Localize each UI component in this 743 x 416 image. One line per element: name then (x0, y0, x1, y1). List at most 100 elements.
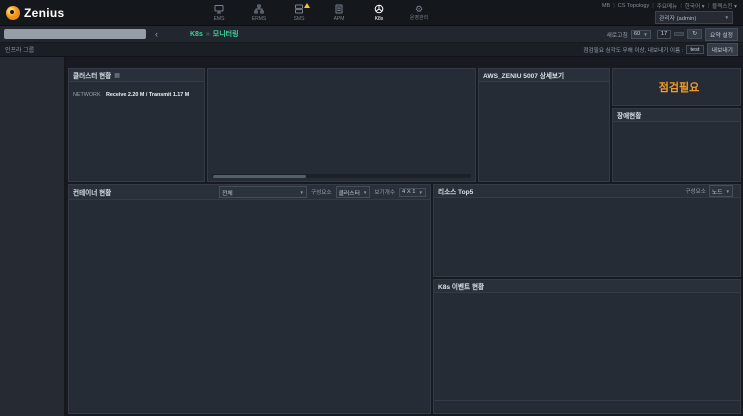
chevron-down-icon: ▼ (300, 190, 304, 195)
header-link-item[interactable]: 주요메뉴 (657, 2, 678, 10)
user-select-value: 관리자 (admin) (659, 13, 696, 22)
sidebar-search-zone: ‹ (0, 29, 190, 39)
module-nav: EMS ERMS SMS APM K8s ⚙운영관리 (204, 4, 434, 22)
search-input[interactable] (4, 29, 146, 39)
module-sms-icon (294, 4, 304, 16)
events-panel: K8s 이벤트 현황 (433, 279, 741, 414)
panel-title: 리소스 Top5 (438, 186, 473, 196)
component-label: 구성요소 (311, 188, 332, 196)
zenius-logo-icon (6, 6, 20, 20)
component-label: 구성요소 (685, 187, 706, 195)
cluster-cards-panel (207, 68, 476, 182)
panel-title: 컨테이너 현황 (73, 187, 111, 197)
events-pagination (434, 400, 740, 413)
fault-boxes (613, 122, 740, 181)
module-item-icon: ⚙ (415, 4, 423, 14)
top5-header: 리소스 Top5 구성요소 노드 ▼ (434, 185, 740, 198)
refresh-interval-value: 60 (634, 31, 640, 37)
container-groups (69, 204, 430, 413)
chevron-down-icon: ▼ (726, 189, 730, 194)
module-label: 운영관리 (410, 14, 428, 21)
component-select-value: 클러스터 (339, 188, 360, 197)
module-ems[interactable]: EMS (204, 4, 234, 22)
component-select[interactable]: 클러스터 ▼ (336, 186, 371, 198)
module-ems-icon (214, 4, 224, 16)
module-erms-icon (254, 4, 264, 16)
module-erms[interactable]: ERMS (244, 4, 274, 22)
cards-scrollbar[interactable] (212, 174, 471, 178)
breadcrumb-root[interactable]: K8s (190, 31, 203, 38)
panel-title: 장애현황 (617, 110, 641, 120)
module-k8s-icon (374, 4, 384, 16)
scrollbar-thumb[interactable] (213, 175, 306, 178)
export-name-field[interactable]: test (686, 45, 703, 54)
content-area: 클러스터 현황 ▦ NETWORK Receive 2.20 M / Trans… (66, 57, 743, 416)
header-link-mb[interactable]: MB (602, 3, 610, 9)
top5-component-select[interactable]: 노드 ▼ (709, 185, 733, 197)
app-root: Zenius EMSERMSSMSAPMK8s⚙운영관리 MB|CS Topol… (0, 0, 743, 416)
right-column: 점검필요 장애현황 (612, 68, 741, 182)
chevron-down-icon: ▼ (419, 190, 423, 195)
panel-title: K8s 이벤트 현황 (438, 281, 484, 291)
module-sms[interactable]: SMS (284, 4, 314, 22)
module-apm-icon (334, 4, 344, 16)
breadcrumb-page: 모니터링 (213, 29, 239, 39)
scope-select[interactable]: 전체 ▼ (219, 186, 307, 198)
view-count-select[interactable]: 4 X 1 ▼ (399, 188, 426, 197)
info-icon: ▦ (114, 72, 120, 79)
breadcrumb-separator: » (206, 31, 210, 38)
brand-logo[interactable]: Zenius (6, 6, 146, 20)
module-label: K8s (375, 16, 384, 22)
breadcrumb: K8s » 모니터링 (190, 29, 239, 39)
header-link-item[interactable]: 한국어 ▾ (685, 2, 705, 10)
export-button[interactable]: 내보내기 (707, 43, 738, 56)
toolbar-row: ‹ K8s » 모니터링 새로고침 60 ▼ 17 ↻ 요약 설정 (0, 26, 743, 43)
header-link-cs-topology[interactable]: CS Topology (618, 3, 650, 9)
view-count-value: 4 X 1 (402, 189, 416, 195)
network-value: Receive 2.20 M / Transmit 1.17 M (106, 92, 189, 98)
link-separator: | (708, 3, 709, 9)
top5-controls: 구성요소 노드 ▼ (685, 185, 736, 197)
user-select[interactable]: 관리자 (admin) ▼ (655, 11, 733, 24)
refresh-countdown: 17 (657, 30, 671, 39)
link-separator: | (613, 3, 614, 9)
view-count-label: 보기개수 (374, 188, 395, 196)
inspection-panel: 점검필요 (612, 68, 741, 106)
export-notice: 점검필요 심각도 무해 이상, 내보내기 이름 : (583, 46, 683, 54)
top-header: Zenius EMSERMSSMSAPMK8s⚙운영관리 MB|CS Topol… (0, 0, 743, 26)
module-label: EMS (214, 16, 225, 22)
module-label: SMS (294, 16, 305, 22)
module-item[interactable]: ⚙운영관리 (404, 4, 434, 22)
cluster-detail-panel: AWS_ZENIU 5007 상세보기 (478, 68, 610, 182)
header-link-item[interactable]: 블랙스킨 ▾ (712, 2, 737, 10)
detail-rows (479, 85, 609, 91)
bottom-panels-row: 컨테이너 현황 전체 ▼ 구성요소 클러스터 ▼ 보기개수 (68, 184, 741, 414)
refresh-label: 새로고침 (606, 30, 627, 39)
containers-controls: 전체 ▼ 구성요소 클러스터 ▼ 보기개수 4 X 1 ▼ (219, 186, 426, 198)
refresh-button[interactable]: ↻ (687, 29, 702, 39)
module-k8s[interactable]: K8s (364, 4, 394, 22)
scope-select-value: 전체 (222, 188, 233, 197)
link-separator: | (652, 3, 653, 9)
cluster-cards (208, 69, 475, 172)
network-label: NETWORK (73, 92, 103, 98)
network-row: NETWORK Receive 2.20 M / Transmit 1.17 M (69, 89, 204, 101)
refresh-zone: 새로고침 60 ▼ 17 ↻ 요약 설정 (606, 28, 743, 41)
chevron-down-icon: ▼ (363, 190, 367, 195)
cluster-summary-panel: 클러스터 현황 ▦ NETWORK Receive 2.20 M / Trans… (68, 68, 205, 182)
warning-badge-icon (304, 3, 310, 8)
main-area: 클러스터 현황 ▦ NETWORK Receive 2.20 M / Trans… (0, 57, 743, 416)
summary-settings-button[interactable]: 요약 설정 (705, 28, 738, 41)
module-apm[interactable]: APM (324, 4, 354, 22)
collapse-sidebar-icon[interactable]: ‹ (155, 30, 158, 38)
events-header: K8s 이벤트 현황 (434, 280, 740, 293)
panel-title: 클러스터 현황 (73, 70, 111, 80)
refresh-interval-select[interactable]: 60 ▼ (631, 30, 651, 39)
calendar-button[interactable] (674, 32, 684, 36)
header-right: MB|CS Topology|주요메뉴|한국어 ▾|블랙스킨 ▾ 관리자 (ad… (602, 2, 737, 24)
containers-panel: 컨테이너 현황 전체 ▼ 구성요소 클러스터 ▼ 보기개수 (68, 184, 431, 414)
group-label: 인프라 그룹 (0, 43, 190, 56)
top5-charts (434, 198, 740, 276)
module-label: ERMS (252, 16, 266, 22)
containers-header: 컨테이너 현황 전체 ▼ 구성요소 클러스터 ▼ 보기개수 (69, 185, 430, 200)
